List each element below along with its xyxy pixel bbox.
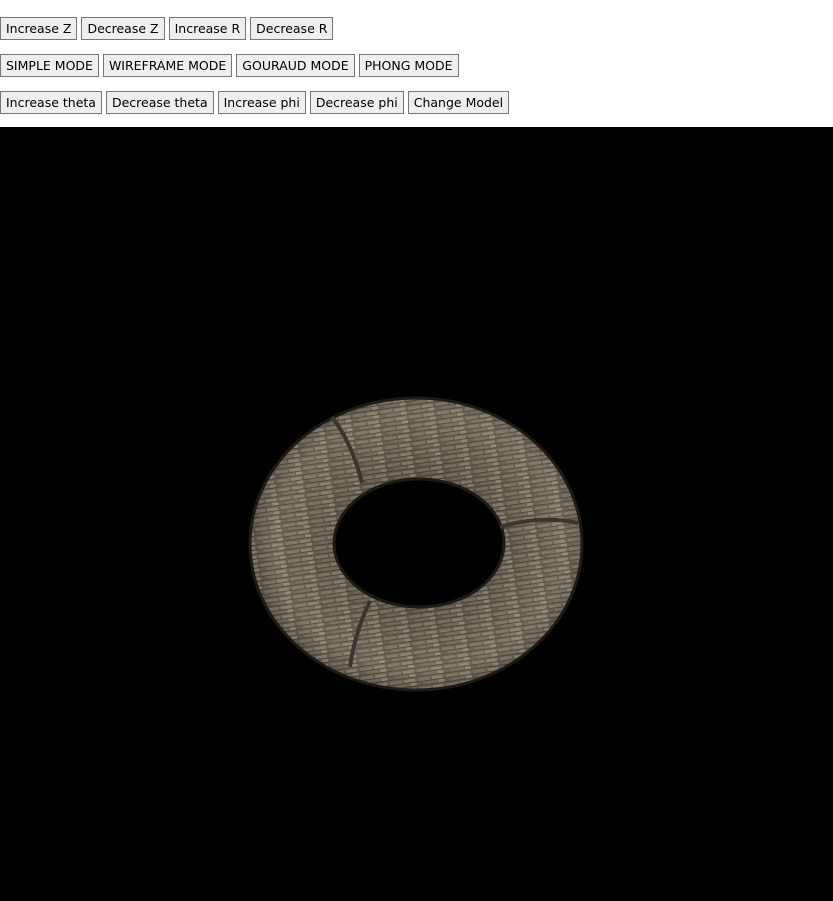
- increase-phi-button[interactable]: Increase phi: [217, 91, 306, 114]
- change-model-button[interactable]: Change Model: [407, 91, 510, 114]
- phong-mode-button[interactable]: PHONG MODE: [358, 54, 459, 77]
- decrease-z-button[interactable]: Decrease Z: [81, 17, 165, 40]
- decrease-phi-button[interactable]: Decrease phi: [309, 91, 404, 114]
- camera-angle-controls: Increase theta Decrease theta Increase p…: [0, 91, 513, 114]
- shading-mode-controls: SIMPLE MODE WIREFRAME MODE GOURAUD MODE …: [0, 54, 463, 77]
- increase-theta-button[interactable]: Increase theta: [0, 91, 102, 114]
- wireframe-mode-button[interactable]: WIREFRAME MODE: [102, 54, 233, 77]
- webgl-canvas[interactable]: [0, 127, 833, 901]
- increase-z-button[interactable]: Increase Z: [0, 17, 78, 40]
- decrease-theta-button[interactable]: Decrease theta: [105, 91, 214, 114]
- torus-render: [240, 387, 600, 707]
- control-panel: Increase Z Decrease Z Increase R Decreas…: [0, 0, 833, 127]
- decrease-r-button[interactable]: Decrease R: [250, 17, 334, 40]
- gouraud-mode-button[interactable]: GOURAUD MODE: [236, 54, 355, 77]
- camera-distance-controls: Increase Z Decrease Z Increase R Decreas…: [0, 17, 337, 40]
- simple-mode-button[interactable]: SIMPLE MODE: [0, 54, 99, 77]
- increase-r-button[interactable]: Increase R: [168, 17, 247, 40]
